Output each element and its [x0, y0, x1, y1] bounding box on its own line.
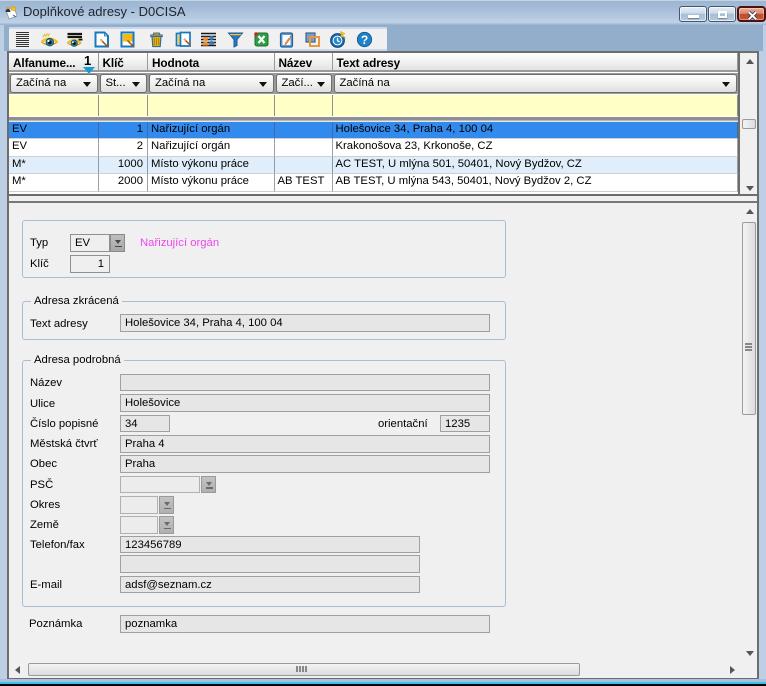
- svg-text:?: ?: [361, 33, 368, 47]
